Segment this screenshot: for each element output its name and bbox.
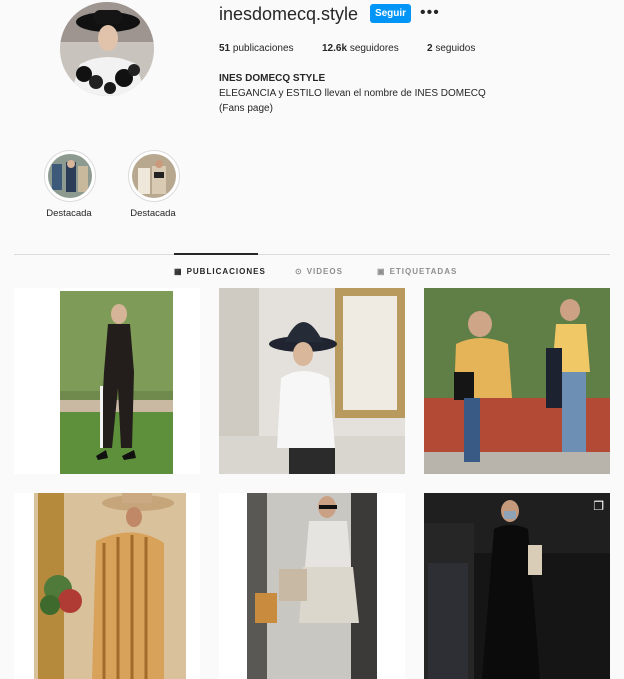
bio-note: (Fans page)	[219, 103, 273, 114]
tab-publicaciones[interactable]: ▦ PUBLICACIONES	[174, 267, 266, 276]
following-label: seguidos	[435, 43, 476, 54]
carousel-icon: ❐	[593, 499, 604, 513]
avatar-photo	[60, 2, 154, 96]
highlight-1-label: Destacada	[46, 208, 92, 219]
post-5-image	[219, 493, 405, 679]
tab-etiquetadas[interactable]: ▣ ETIQUETADAS	[377, 267, 457, 276]
bio-name: INES DOMECQ STYLE	[219, 73, 326, 84]
following-count: 2	[427, 43, 433, 54]
highlight-2[interactable]	[128, 150, 180, 202]
highlight-2-thumbnail	[132, 154, 176, 198]
tab-videos-label: VIDEOS	[306, 267, 343, 276]
tabs-divider	[14, 254, 610, 255]
highlight-2-label: Destacada	[130, 208, 176, 219]
stat-followers[interactable]: 12.6k seguidores	[322, 43, 399, 54]
post-6-image	[424, 493, 610, 679]
bio-description: ELEGANCIA y ESTILO llevan el nombre de I…	[219, 88, 486, 99]
posts-label: publicaciones	[232, 43, 294, 54]
followers-count: 12.6k	[322, 43, 348, 54]
profile-avatar[interactable]	[60, 2, 154, 96]
post-3-image	[424, 288, 610, 474]
followers-label: seguidores	[349, 43, 399, 54]
post-6[interactable]: ❐	[424, 493, 610, 679]
grid-icon: ▦	[174, 267, 183, 276]
post-1-image	[14, 288, 200, 474]
stat-posts: 51 publicaciones	[219, 43, 294, 54]
posts-count: 51	[219, 43, 231, 54]
post-1[interactable]	[14, 288, 200, 474]
stat-following[interactable]: 2 seguidos	[427, 43, 475, 54]
tab-etiquetadas-label: ETIQUETADAS	[389, 267, 458, 276]
tab-videos[interactable]: ⊙ VIDEOS	[295, 267, 343, 276]
video-icon: ⊙	[295, 267, 303, 276]
tag-icon: ▣	[377, 267, 386, 276]
follow-button[interactable]: Seguir	[370, 4, 411, 23]
post-4[interactable]	[14, 493, 200, 679]
post-4-image	[14, 493, 200, 679]
tab-publicaciones-label: PUBLICACIONES	[186, 267, 266, 276]
post-5[interactable]	[219, 493, 405, 679]
active-tab-indicator	[174, 253, 258, 255]
highlight-1-thumbnail	[48, 154, 92, 198]
profile-username: inesdomecq.style	[219, 4, 359, 24]
post-2-image	[219, 288, 405, 474]
highlight-1[interactable]	[44, 150, 96, 202]
post-2[interactable]	[219, 288, 405, 474]
more-options-icon[interactable]: •••	[420, 4, 440, 22]
post-3[interactable]	[424, 288, 610, 474]
